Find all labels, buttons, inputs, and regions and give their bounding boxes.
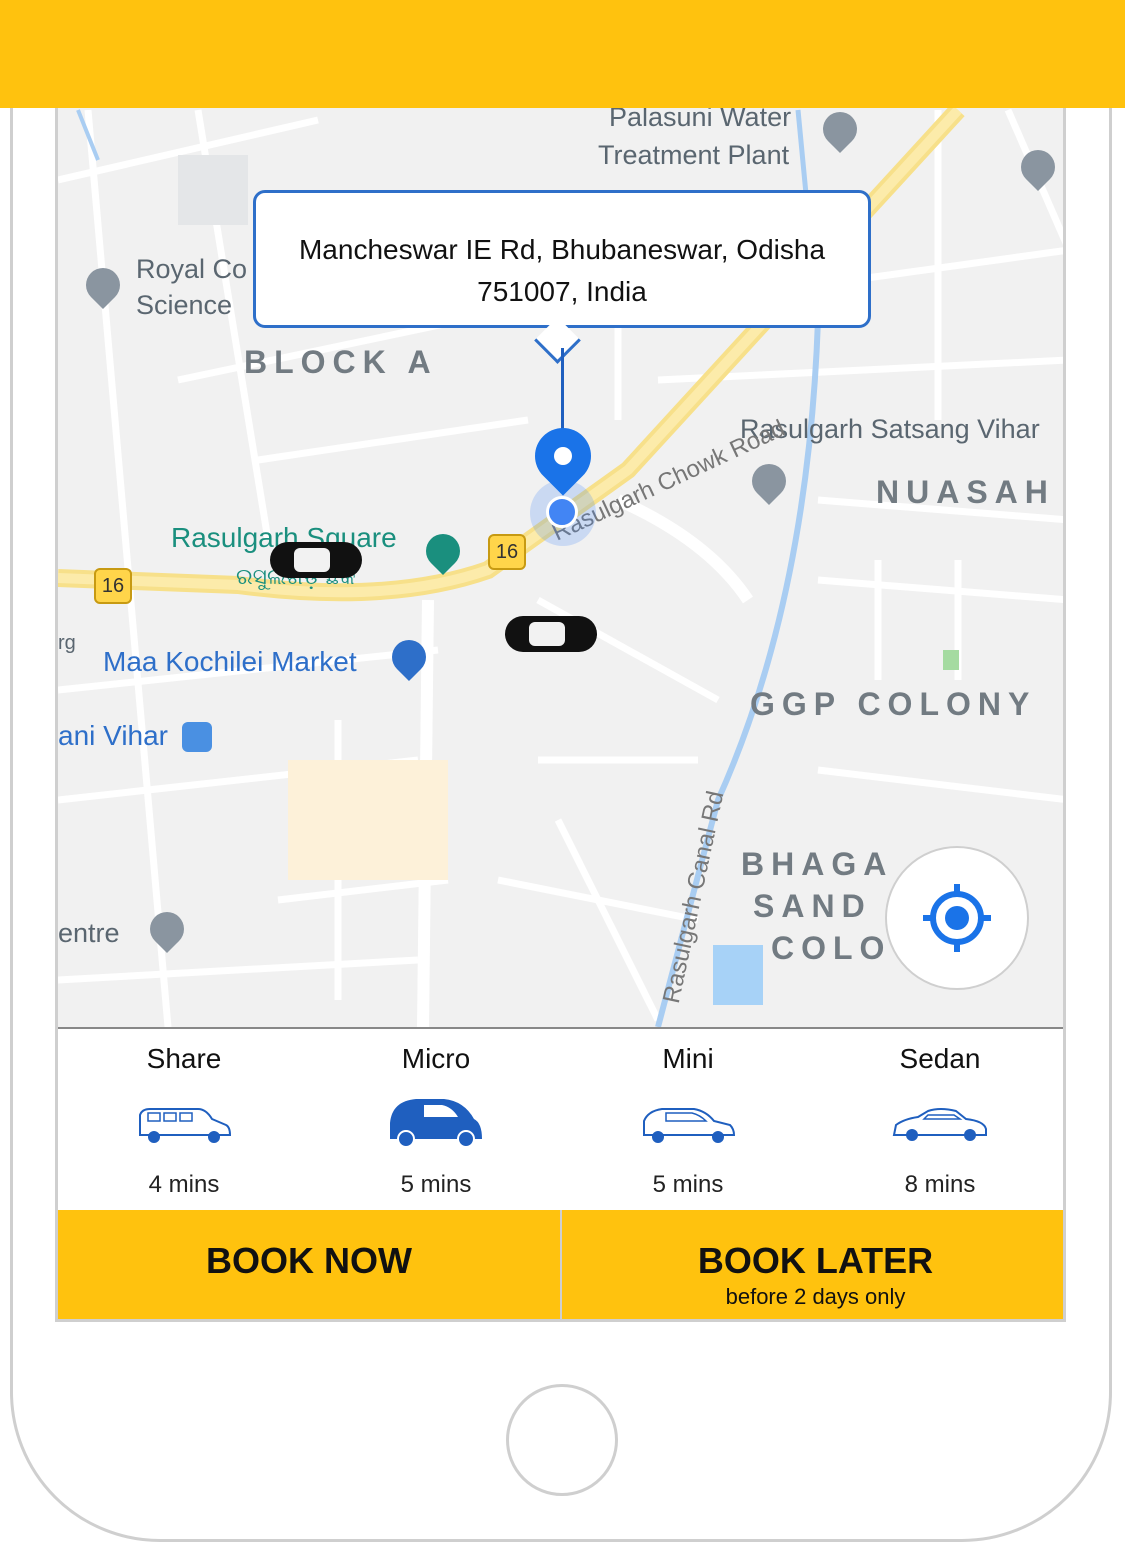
bus-icon (182, 722, 212, 752)
vehicle-name: Mini (662, 1043, 714, 1074)
map-label-rg: rg (58, 632, 76, 654)
hatchback-icon (643, 1108, 736, 1143)
locate-me-button[interactable] (885, 846, 1029, 990)
nearby-car-icon (505, 616, 597, 652)
pickup-address-line2: 751007, India (477, 276, 647, 307)
book-later-button[interactable]: BOOK LATER before 2 days only (562, 1210, 1063, 1319)
area-bhagabati: BHAGA (741, 846, 894, 882)
vehicle-name: Micro (401, 1043, 471, 1074)
map-label-royal-2: Science (136, 290, 233, 320)
vehicle-eta: 5 mins (652, 1171, 724, 1198)
current-location-dot (546, 496, 578, 528)
book-now-button[interactable]: BOOK NOW (58, 1210, 562, 1319)
vehicle-option-sedan[interactable]: Sedan 8 mins (814, 1029, 1063, 1212)
vehicle-name: Sedan (899, 1043, 981, 1074)
map-label-ani-vihar: ani Vihar (58, 720, 169, 751)
area-block-a: BLOCK A (244, 344, 438, 380)
app-header-bar (0, 0, 1125, 108)
crosshair-icon (923, 884, 991, 952)
area-bhagabati-2: SAND (753, 888, 872, 924)
app-screen: Palasuni Water Treatment Plant Royal Co … (55, 0, 1066, 1322)
pickup-address-line1: Mancheswar IE Rd, Bhubaneswar, Odisha (298, 234, 826, 265)
vehicle-name: Share (146, 1043, 222, 1074)
sedan-icon (892, 1108, 987, 1141)
van-icon (139, 1108, 232, 1143)
vehicle-option-mini[interactable]: Mini 5 mins (562, 1029, 814, 1212)
pickup-address-callout[interactable]: Mancheswar IE Rd, Bhubaneswar, Odisha 75… (253, 190, 871, 328)
vehicle-eta: 5 mins (400, 1171, 472, 1198)
vehicle-selector: Share 4 mins Micro 5 mins Mini 5 mins Se… (58, 1027, 1063, 1212)
book-later-note: before 2 days only (725, 1284, 906, 1309)
area-bhagabati-3: COLO (771, 930, 892, 966)
vehicle-option-micro[interactable]: Micro 5 mins (310, 1029, 562, 1212)
micro-car-icon (390, 1099, 482, 1148)
pickup-pin-center (554, 447, 572, 465)
map-label-centre: entre (58, 918, 120, 948)
book-later-label: BOOK LATER (697, 1240, 934, 1281)
map-label-maa-kochilei: Maa Kochilei Market (103, 646, 357, 677)
area-nuasahi: NUASAH (876, 474, 1055, 510)
book-now-label: BOOK NOW (206, 1240, 412, 1281)
nearby-car-icon (270, 542, 362, 578)
map-label-royal: Royal Co (136, 254, 248, 284)
map-label-palasuni-2: Treatment Plant (598, 140, 790, 170)
vehicle-option-share[interactable]: Share 4 mins (58, 1029, 310, 1212)
vehicle-eta: 8 mins (904, 1171, 976, 1198)
vehicle-eta: 4 mins (148, 1171, 220, 1198)
area-ggp-colony: GGP COLONY (750, 686, 1037, 722)
booking-bar: BOOK NOW BOOK LATER before 2 days only (58, 1210, 1063, 1319)
highway-shield: 16 (94, 568, 132, 604)
home-button[interactable] (506, 1384, 618, 1496)
callout-line (561, 348, 564, 433)
highway-shield-2: 16 (488, 534, 526, 570)
